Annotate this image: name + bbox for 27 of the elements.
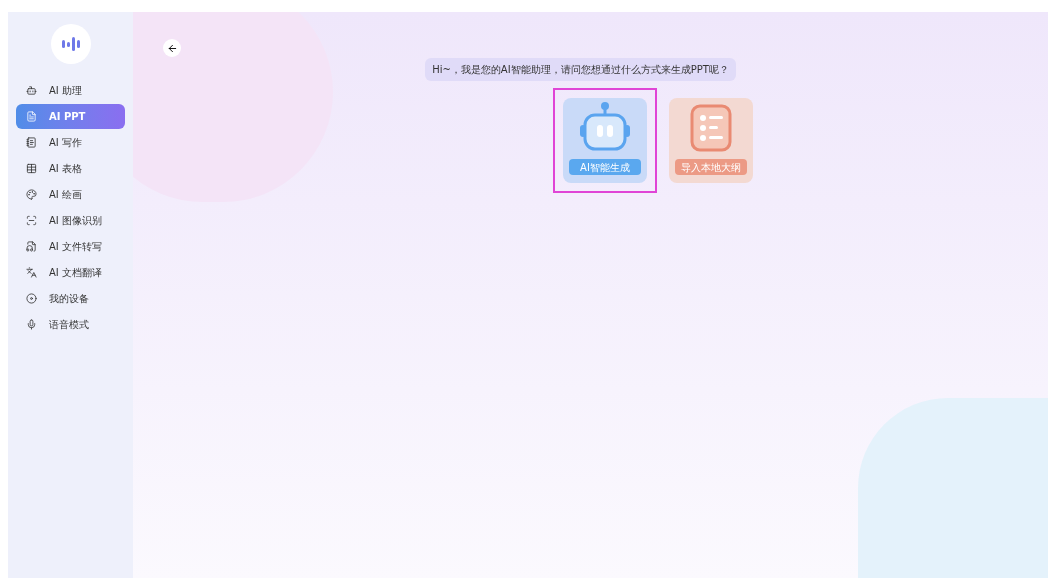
audio-file-icon [26, 241, 37, 252]
sidebar-item[interactable]: AI 表格 [16, 156, 125, 181]
translate-icon [26, 267, 37, 278]
chat-message: Hi~，我是您的AI智能助理，请问您想通过什么方式来生成PPT呢？ [425, 58, 736, 81]
robot-icon [26, 85, 37, 96]
note-icon [26, 137, 37, 148]
sidebar-item[interactable]: AI 图像识别 [16, 208, 125, 233]
back-icon [166, 42, 178, 54]
robot-icon [577, 101, 633, 153]
list-icon [689, 103, 733, 153]
option-label: 导入本地大纲 [675, 159, 747, 175]
sidebar-item[interactable]: AI 文档翻译 [16, 260, 125, 285]
microphone-icon [26, 319, 37, 330]
sidebar-item[interactable]: AI 绘画 [16, 182, 125, 207]
palette-icon [26, 189, 37, 200]
table-icon [26, 163, 37, 174]
sidebar-item[interactable]: AI 文件转写 [16, 234, 125, 259]
option-label: AI智能生成 [569, 159, 641, 175]
sidebar-item[interactable]: 我的设备 [16, 286, 125, 311]
sidebar-item[interactable]: AI 写作 [16, 130, 125, 155]
sidebar-item[interactable]: AI 助理 [16, 78, 125, 103]
document-icon [26, 111, 37, 122]
scan-icon [26, 215, 37, 226]
disc-icon [26, 293, 37, 304]
logo-icon [50, 24, 91, 64]
sidebar-item[interactable]: 语音模式 [16, 312, 125, 337]
sidebar-item[interactable]: AI PPT [16, 104, 125, 129]
